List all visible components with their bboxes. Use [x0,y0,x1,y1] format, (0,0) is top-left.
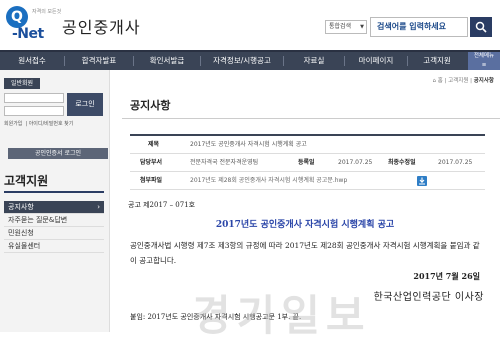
site-header: Q -Net 자격의 모든것 공인중개사 통합검색 ▼ 검색어를 입력하세요 [0,0,500,50]
mod-date-value: 2017.07.25 [438,159,473,166]
subject-value: 2017년도 공인중개사 자격시험 시행계획 공고 [190,141,307,148]
search-icon [475,21,487,33]
left-sidebar: 일반회원 로그인 회원가입 | 아이디/비밀번호 찾기 공인인증서 로그인 고객지… [0,70,110,332]
sidebar-item-label: 유실물센터 [8,242,41,250]
sidebar-item-petition[interactable]: 민원신청 [4,227,104,240]
all-menu-label: 전체메뉴 [473,53,495,59]
logo-mark: Q [6,6,28,28]
download-icon[interactable] [417,176,427,186]
sidebar-item-label: 공지사항 [8,203,34,211]
nav-item-certificate[interactable]: 확인서발급 [134,52,200,70]
subject-label: 제목 [148,141,160,148]
mod-date-label: 최종수정일 [388,159,416,166]
sidebar-item-faq[interactable]: 자주묻는 질문&답변 [4,214,104,227]
nav-item-mypage[interactable]: 마이페이지 [345,52,407,70]
login-box: 일반회원 로그인 회원가입 | 아이디/비밀번호 찾기 공인인증서 로그인 [4,78,108,164]
search-scope-label: 통합검색 [329,23,352,30]
home-icon[interactable]: ⌂ [432,78,436,84]
menu-icon: ≡ [481,62,487,68]
sidebar-item-label: 민원신청 [8,229,34,237]
notice-organization: 한국산업인력공단 이사장 [373,292,484,303]
notice-headline: 2017년도 공인중개사 자격시험 시행계획 공고 [215,220,395,230]
breadcrumb: ⌂ 홈 | 고객지원 | 공지사항 [432,78,494,84]
password-input[interactable] [4,106,64,116]
breadcrumb-support[interactable]: 고객지원 [448,78,468,84]
table-row: 첨부파일 2017년도 제28회 공인중개사 자격시험 시행계획 공고문.hwp [130,172,485,190]
breadcrumb-home[interactable]: 홈 [438,78,443,84]
notice-date: 2017년 7월 26일 [413,271,480,281]
find-account-link[interactable]: 아이디/비밀번호 찾기 [29,121,74,127]
sidebar-item-label: 자주묻는 질문&답변 [8,216,68,224]
reg-date-label: 등록일 [298,159,315,166]
nav-item-support[interactable]: 고객지원 [408,52,466,70]
reg-date-value: 2017.07.25 [338,159,373,166]
signup-link[interactable]: 회원가입 [4,121,22,127]
global-nav: 원서접수 합격자발표 확인서발급 자격정보/시행공고 자료실 마이페이지 고객지… [0,50,500,70]
site-title: 공인중개사 [62,18,141,37]
table-row: 담당부서 전문자격국 전문자격운영팀 등록일 2017.07.25 최종수정일 … [130,154,485,172]
logo-net: -Net [12,26,44,42]
title-divider [122,118,500,119]
nav-item-resources[interactable]: 자료실 [284,52,344,70]
search-button[interactable] [470,17,492,37]
sidebar-item-lost-found[interactable]: 유실물센터 [4,240,104,253]
chevron-down-icon: ▼ [360,24,364,30]
login-links: 회원가입 | 아이디/비밀번호 찾기 [4,121,74,127]
notice-attachment: 붙임: 2017년도 공인중개사 자격시험 시행공고문 1부. 끝. [130,313,302,321]
search-input[interactable]: 검색어를 입력하세요 [370,17,468,37]
table-row: 제목 2017년도 공인중개사 자격시험 시행계획 공고 [130,136,485,154]
certificate-login-button[interactable]: 공인인증서 로그인 [8,148,108,159]
page-title: 공지사항 [130,99,171,112]
sidebar-menu: 공지사항 › 자주묻는 질문&답변 민원신청 유실물센터 [4,201,104,253]
login-button[interactable]: 로그인 [67,93,103,116]
chevron-right-icon: › [97,203,100,211]
user-id-input[interactable] [4,93,64,103]
sidebar-title-divider [4,191,104,193]
notice-info-table: 제목 2017년도 공인중개사 자격시험 시행계획 공고 담당부서 전문자격국 … [130,134,485,190]
sidebar-title: 고객지원 [4,174,49,188]
file-link[interactable]: 2017년도 제28회 공인중개사 자격시험 시행계획 공고문.hwp [190,172,347,189]
download-arrow-icon [419,177,425,185]
nav-item-application[interactable]: 원서접수 [0,52,64,70]
main-content: ⌂ 홈 | 고객지원 | 공지사항 공지사항 제목 2017년도 공인중개사 자… [110,70,500,332]
sidebar-item-notice[interactable]: 공지사항 › [4,201,104,214]
nav-item-results[interactable]: 합격자발표 [65,52,133,70]
qnet-logo[interactable]: Q -Net 자격의 모든것 공인중개사 [6,4,148,44]
logo-slogan: 자격의 모든것 [32,9,62,15]
member-tab[interactable]: 일반회원 [4,78,40,89]
breadcrumb-current: 공지사항 [473,78,494,84]
file-label: 첨부파일 [140,177,163,184]
nav-item-exam-info[interactable]: 자격정보/시행공고 [201,52,283,70]
dept-value: 전문자격국 전문자격운영팀 [190,159,259,166]
notice-body: 공인중개사법 시행령 제7조 제3항의 규정에 따라 2017년도 제28회 공… [130,241,480,265]
all-menu-button[interactable]: 전체메뉴 ≡ [468,52,500,70]
dept-label: 담당부서 [140,159,163,166]
search-scope-select[interactable]: 통합검색 ▼ [325,20,367,34]
notice-number: 공고 제2017 – 071호 [128,201,196,209]
